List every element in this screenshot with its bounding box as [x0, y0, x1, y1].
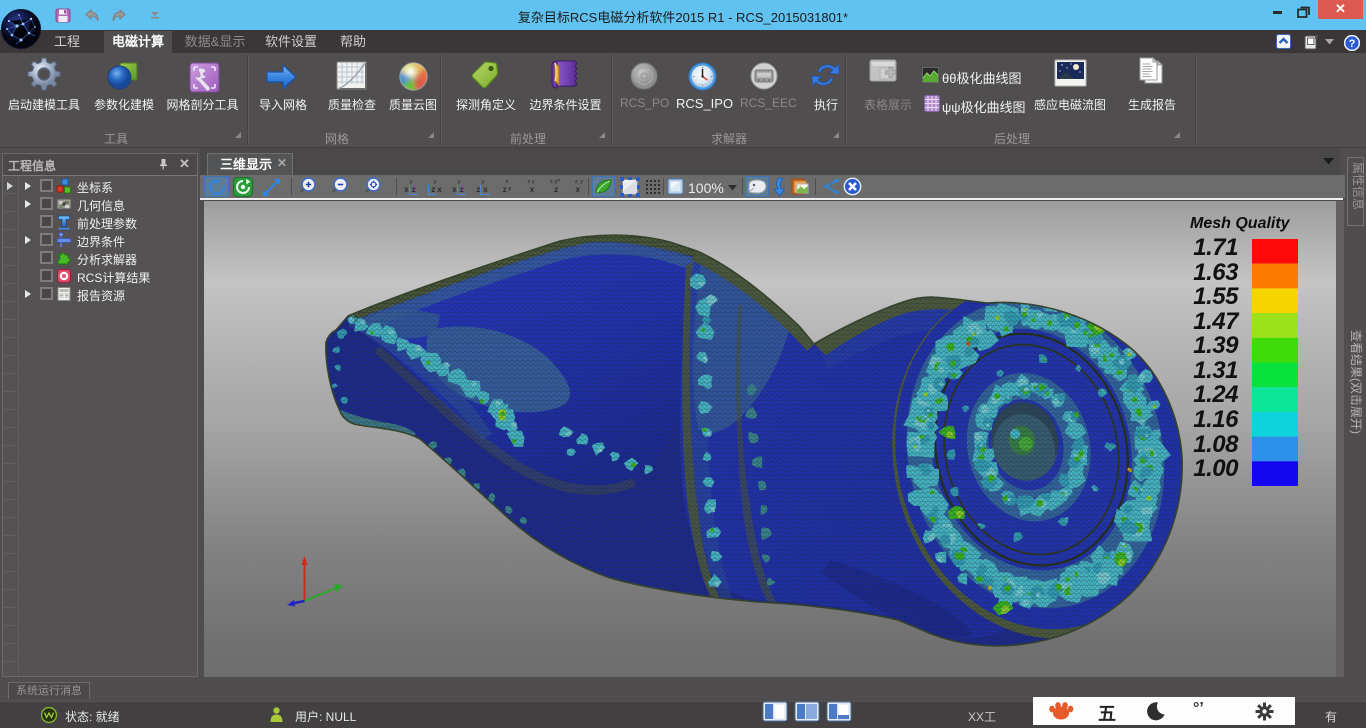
svg-text:?: ?	[1349, 38, 1356, 50]
